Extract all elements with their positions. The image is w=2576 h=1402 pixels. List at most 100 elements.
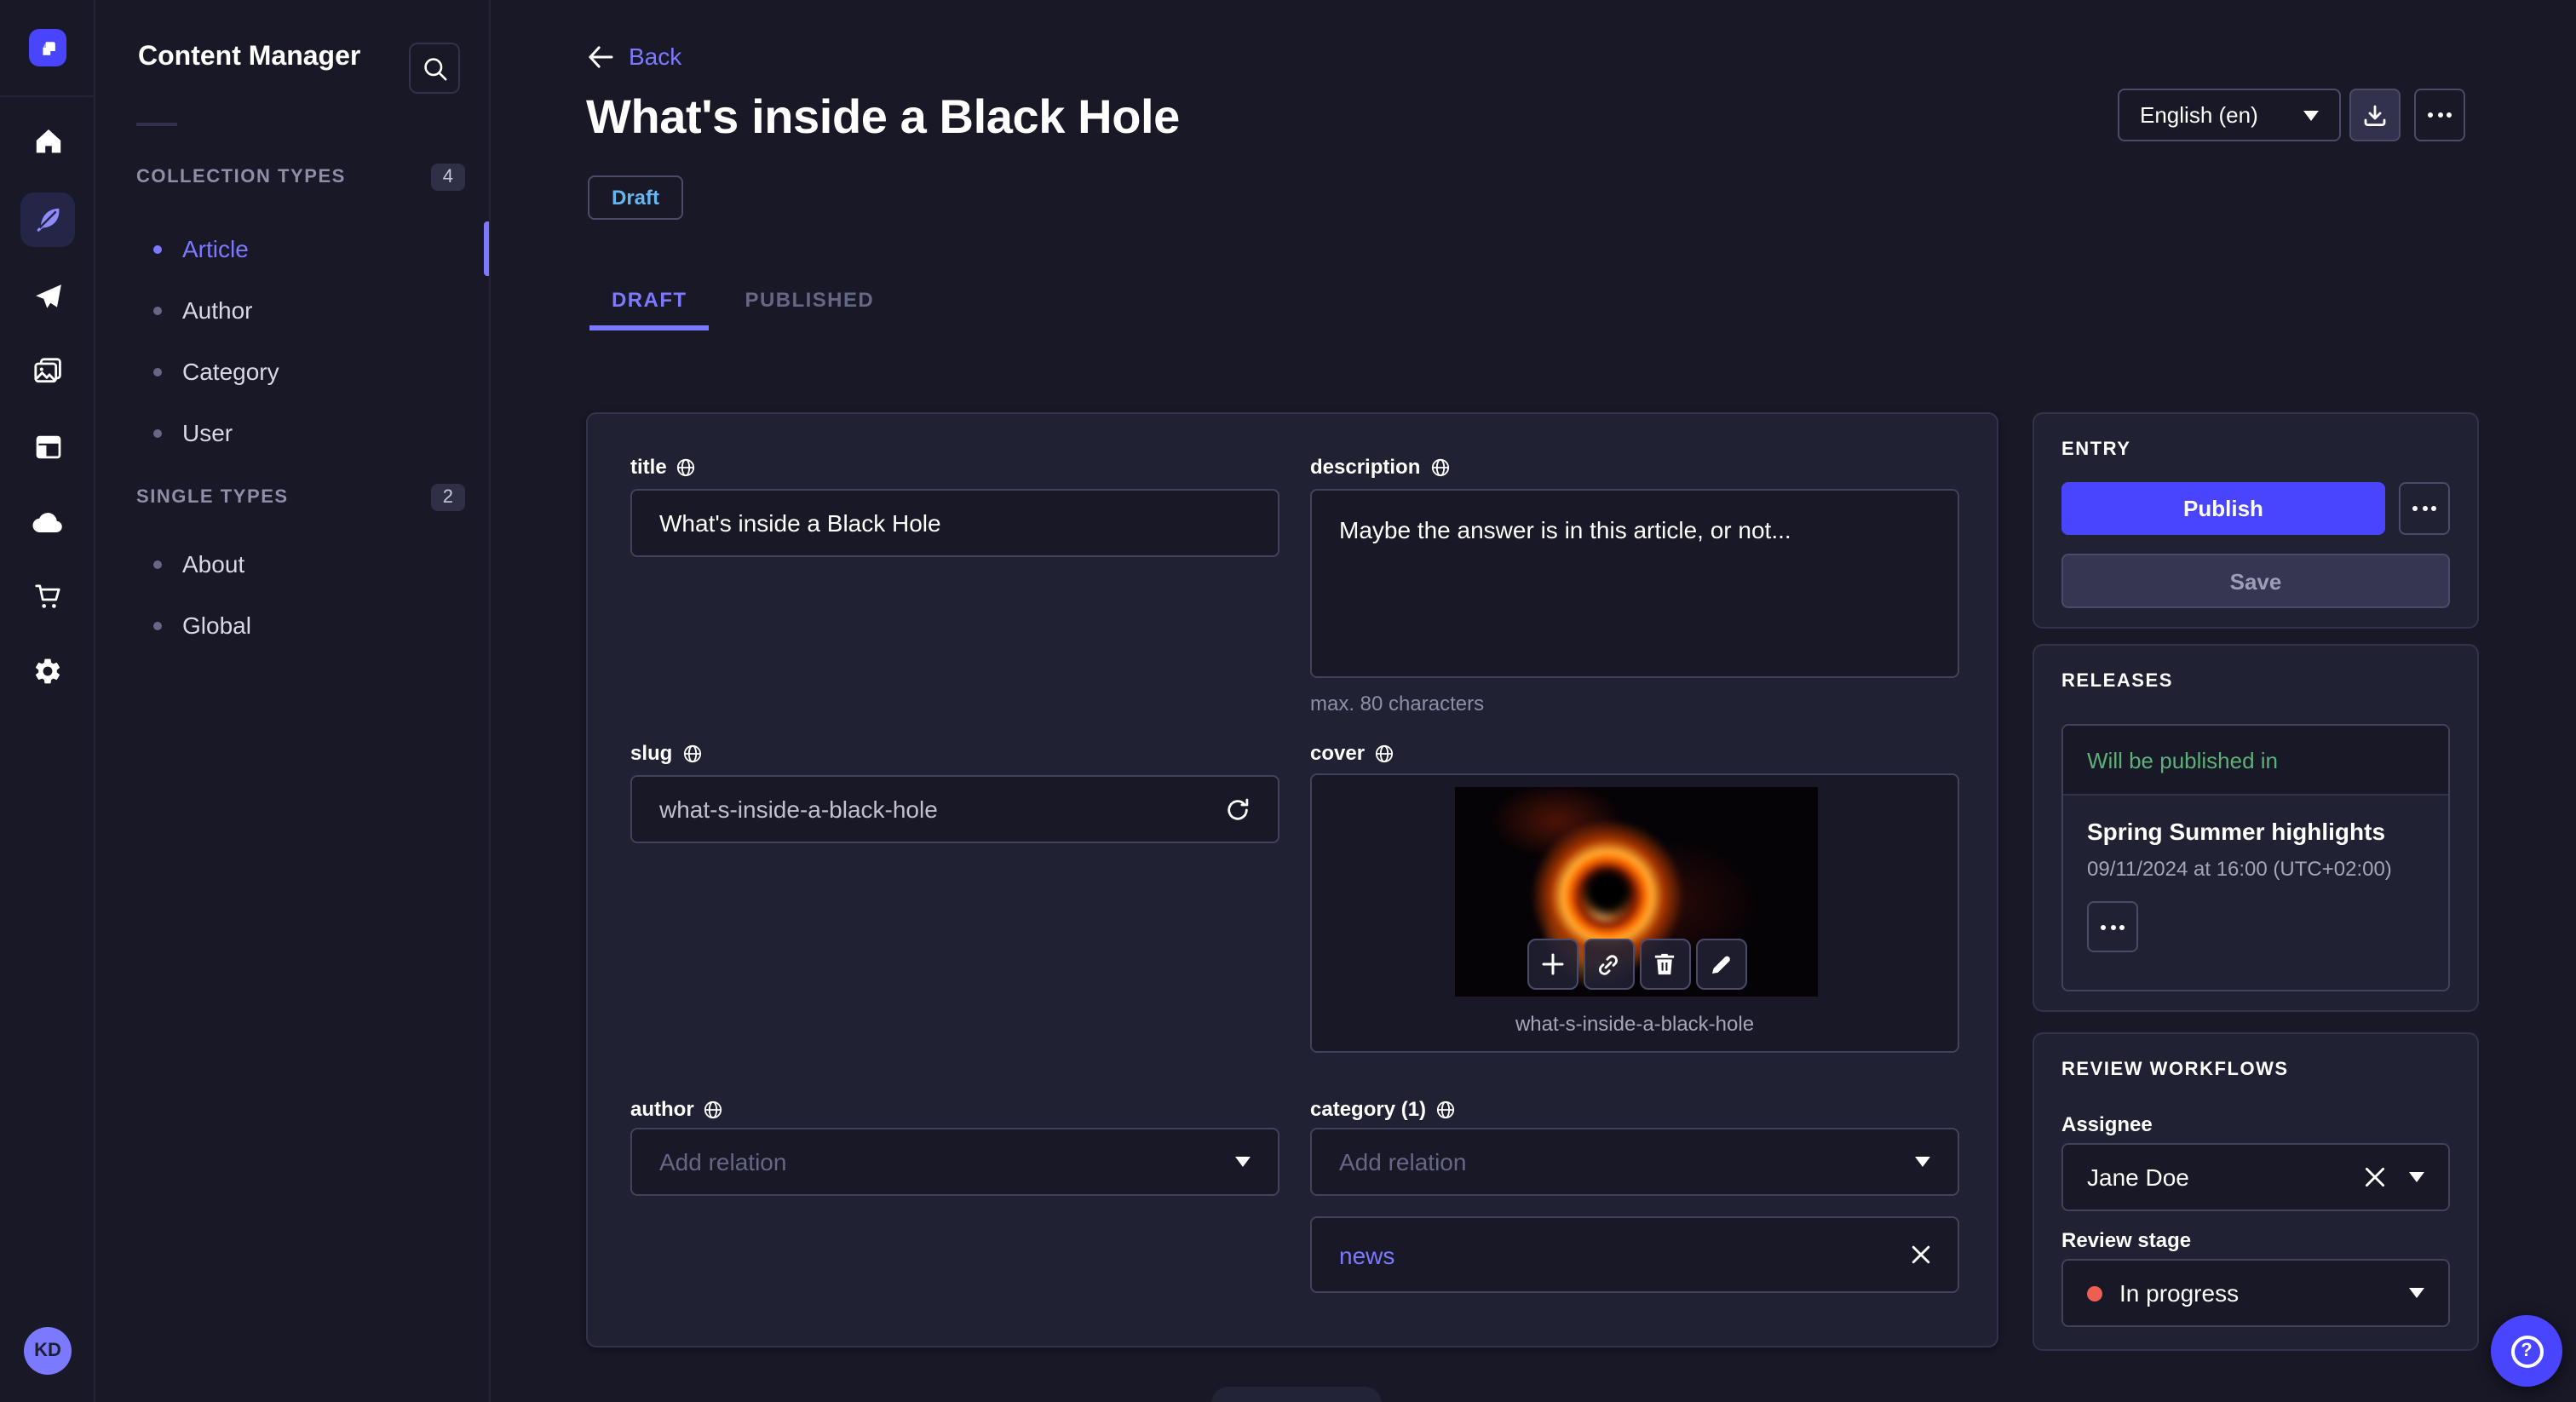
- tab-published[interactable]: PUBLISHED: [723, 273, 897, 330]
- sidebar-item-label: About: [182, 550, 245, 577]
- locale-value: English (en): [2140, 102, 2258, 128]
- author-relation-select[interactable]: Add relation: [630, 1128, 1279, 1196]
- delete-media-button[interactable]: [1639, 939, 1690, 990]
- status-badge: Draft: [588, 175, 684, 220]
- slug-field-label: slug: [630, 741, 701, 765]
- field-label-text: title: [630, 455, 667, 479]
- release-status: Will be published in: [2063, 726, 2448, 796]
- add-media-button[interactable]: [1527, 939, 1578, 990]
- more-icon: [2428, 112, 2452, 118]
- category-field-label: category (1): [1310, 1097, 1455, 1121]
- entry-more-button[interactable]: [2399, 482, 2450, 535]
- assignee-select[interactable]: Jane Doe: [2061, 1143, 2450, 1211]
- sidebar-item-global[interactable]: Global: [136, 605, 465, 646]
- settings-icon[interactable]: [20, 644, 75, 698]
- single-types-header: SINGLE TYPES 2: [136, 480, 465, 514]
- releases-icon[interactable]: [20, 269, 75, 324]
- release-card: Will be published in Spring Summer highl…: [2061, 724, 2450, 991]
- cover-image: [1455, 787, 1818, 997]
- more-icon: [2101, 924, 2125, 929]
- sidebar-item-article[interactable]: Article: [136, 228, 465, 269]
- cover-filename: what-s-inside-a-black-hole: [1515, 1012, 1755, 1036]
- bullet-icon: [153, 560, 162, 568]
- assignee-value: Jane Doe: [2087, 1164, 2189, 1191]
- description-value: Maybe the answer is in this article, or …: [1339, 516, 1791, 543]
- chevron-down-icon: [2303, 110, 2319, 120]
- sidebar-item-category[interactable]: Category: [136, 351, 465, 392]
- active-item-indicator: [484, 221, 489, 276]
- review-stage-label: Review stage: [2061, 1228, 2192, 1252]
- publish-button[interactable]: Publish: [2061, 482, 2385, 535]
- slug-input[interactable]: what-s-inside-a-black-hole: [630, 775, 1279, 843]
- chevron-down-icon: [1235, 1157, 1251, 1167]
- copy-link-button[interactable]: [1583, 939, 1634, 990]
- regenerate-slug-icon[interactable]: [1225, 796, 1251, 822]
- save-button[interactable]: Save: [2061, 554, 2450, 608]
- content-manager-icon[interactable]: [20, 192, 75, 247]
- cover-field-label: cover: [1310, 741, 1394, 765]
- sidebar-item-label: Author: [182, 296, 253, 324]
- releases-panel: RELEASES Will be published in Spring Sum…: [2033, 644, 2479, 1012]
- globe-icon: [677, 457, 696, 476]
- description-textarea[interactable]: Maybe the answer is in this article, or …: [1310, 489, 1959, 678]
- sidebar-item-label: Article: [182, 235, 249, 262]
- search-icon: [422, 55, 447, 81]
- chevron-down-icon: [2409, 1172, 2424, 1182]
- tab-draft[interactable]: DRAFT: [589, 273, 710, 330]
- category-tag-link[interactable]: news: [1339, 1241, 1394, 1268]
- assignee-label: Assignee: [2061, 1112, 2153, 1136]
- field-label-text: description: [1310, 455, 1421, 479]
- bullet-icon: [153, 306, 162, 314]
- content-type-builder-icon[interactable]: [20, 419, 75, 474]
- pencil-icon: [1710, 953, 1732, 975]
- publish-row: Publish: [2061, 482, 2450, 535]
- question-icon: [2510, 1335, 2543, 1367]
- globe-icon: [682, 744, 701, 762]
- clear-assignee-icon[interactable]: [2365, 1167, 2385, 1187]
- category-relation-select[interactable]: Add relation: [1310, 1128, 1959, 1196]
- plus-icon: [1540, 952, 1564, 976]
- locale-select[interactable]: English (en): [2118, 89, 2341, 141]
- releases-panel-title: RELEASES: [2061, 671, 2173, 692]
- sidebar-item-author[interactable]: Author: [136, 290, 465, 330]
- section-label: SINGLE TYPES: [136, 487, 289, 508]
- single-types-count-badge: 2: [430, 484, 465, 511]
- collection-types-header: COLLECTION TYPES 4: [136, 160, 465, 194]
- export-button[interactable]: [2349, 89, 2401, 141]
- review-stage-select[interactable]: In progress: [2061, 1259, 2450, 1327]
- slug-input-value: what-s-inside-a-black-hole: [659, 796, 938, 823]
- sidebar-item-label: Category: [182, 358, 279, 385]
- sidebar-item-user[interactable]: User: [136, 412, 465, 453]
- sidebar-item-about[interactable]: About: [136, 543, 465, 584]
- category-selected-item: news: [1310, 1216, 1959, 1293]
- home-icon[interactable]: [20, 114, 75, 169]
- user-avatar[interactable]: KD: [24, 1327, 72, 1375]
- media-library-icon[interactable]: [20, 344, 75, 399]
- version-tabs: DRAFT PUBLISHED: [589, 273, 896, 330]
- globe-icon: [1430, 457, 1449, 476]
- subnav-divider: [136, 123, 177, 126]
- search-button[interactable]: [409, 43, 460, 94]
- bullet-icon: [153, 428, 162, 437]
- title-input[interactable]: What's inside a Black Hole: [630, 489, 1279, 557]
- description-field-label: description: [1310, 455, 1449, 479]
- remove-category-icon[interactable]: [1912, 1245, 1930, 1264]
- deploy-icon[interactable]: [20, 494, 75, 549]
- release-more-button[interactable]: [2087, 901, 2138, 952]
- help-button[interactable]: [2491, 1315, 2562, 1387]
- author-placeholder: Add relation: [659, 1148, 787, 1175]
- back-link[interactable]: Back: [588, 43, 681, 70]
- bullet-icon: [153, 244, 162, 253]
- review-workflows-panel: REVIEW WORKFLOWS Assignee Jane Doe Revie…: [2033, 1032, 2479, 1351]
- review-panel-title: REVIEW WORKFLOWS: [2061, 1060, 2289, 1080]
- strapi-logo-icon[interactable]: [29, 29, 66, 66]
- collection-types-count-badge: 4: [430, 164, 465, 191]
- edit-media-button[interactable]: [1695, 939, 1746, 990]
- marketplace-icon[interactable]: [20, 569, 75, 623]
- sidebar-item-label: Global: [182, 612, 251, 639]
- header-more-button[interactable]: [2414, 89, 2465, 141]
- next-card-peek: [1211, 1387, 1382, 1402]
- field-label-text: cover: [1310, 741, 1366, 765]
- more-icon: [2412, 506, 2436, 511]
- stage-status-dot: [2087, 1285, 2102, 1301]
